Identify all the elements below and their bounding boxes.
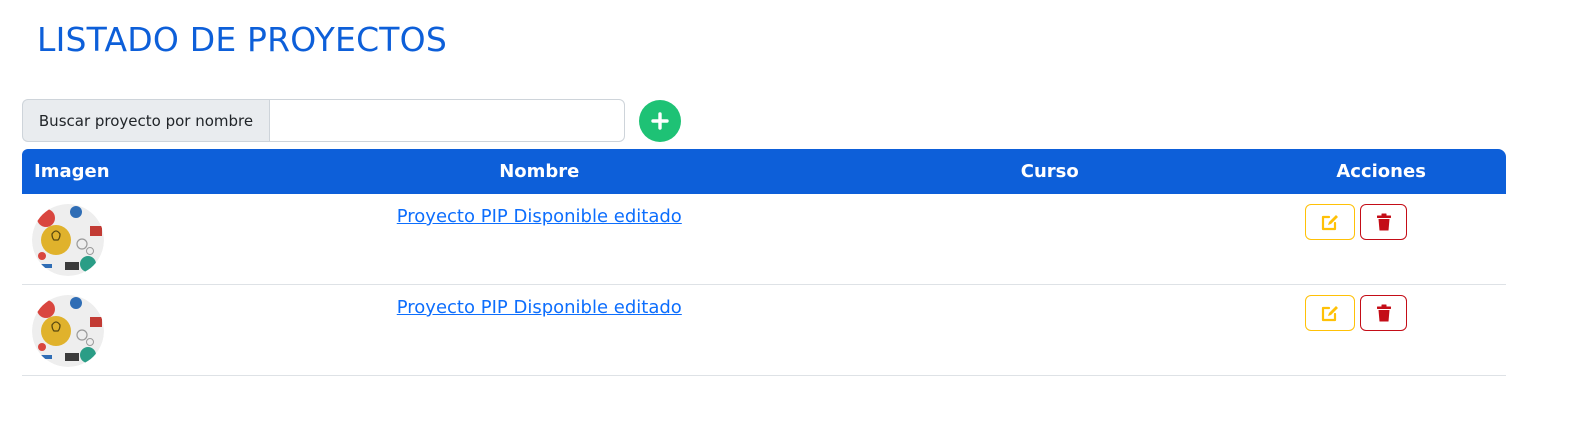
table-header-row: Imagen Nombre Curso Acciones [22,149,1506,194]
delete-button[interactable] [1360,204,1408,240]
column-header-curso: Curso [843,149,1257,194]
project-name-link[interactable]: Proyecto PIP Disponible editado [397,297,682,318]
trash-icon [1376,304,1391,322]
edit-icon [1322,215,1339,231]
image-cell [22,285,236,376]
column-header-imagen: Imagen [22,149,236,194]
add-project-button[interactable] [639,100,681,142]
project-name-link[interactable]: Proyecto PIP Disponible editado [397,206,682,227]
actions-cell [1256,194,1506,285]
project-thumbnail [32,295,104,367]
edit-icon [1322,306,1339,322]
project-thumbnail [32,204,104,276]
projects-table: Imagen Nombre Curso Acciones Proyecto PI… [22,149,1506,376]
curso-cell [843,194,1257,285]
search-input[interactable] [269,99,625,142]
delete-button[interactable] [1360,295,1408,331]
table-row: Proyecto PIP Disponible editado [22,285,1506,376]
search-label: Buscar proyecto por nombre [22,99,269,142]
actions-cell [1256,285,1506,376]
name-cell: Proyecto PIP Disponible editado [235,194,844,285]
plus-icon [651,112,669,130]
table-row: Proyecto PIP Disponible editado [22,194,1506,285]
search-group: Buscar proyecto por nombre [22,99,625,142]
trash-icon [1376,213,1391,231]
curso-cell [843,285,1257,376]
name-cell: Proyecto PIP Disponible editado [235,285,844,376]
page-title: LISTADO DE PROYECTOS [37,20,447,59]
column-header-nombre: Nombre [235,149,844,194]
edit-button[interactable] [1305,295,1356,331]
column-header-acciones: Acciones [1256,149,1506,194]
image-cell [22,194,236,285]
edit-button[interactable] [1305,204,1356,240]
